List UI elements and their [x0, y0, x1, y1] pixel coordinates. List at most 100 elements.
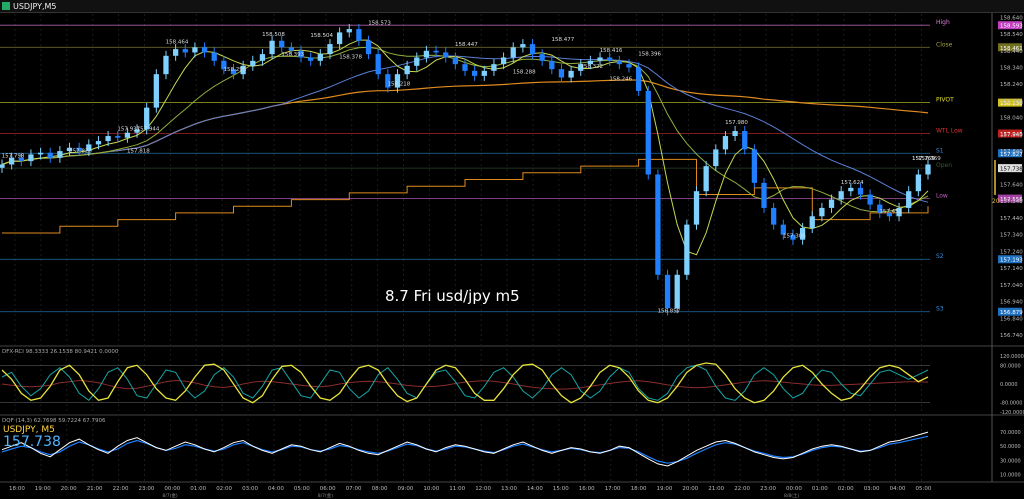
- candle-body: [616, 60, 622, 65]
- candle-body: [259, 54, 266, 61]
- price-axis-label: 156.940: [1000, 300, 1023, 306]
- chart-window: USDJPY,M5 High 158.593 Close 158.461 PIVOT 15…: [0, 0, 1024, 499]
- time-tick-label: 04:00: [268, 486, 284, 492]
- candle-body: [607, 57, 613, 61]
- candle-body: [529, 44, 536, 55]
- candle-body: [597, 57, 603, 61]
- candle-body: [472, 70, 478, 76]
- candle-body: [163, 55, 169, 75]
- price-annotation: 158.396: [638, 51, 661, 57]
- current-price-value: 157.738: [1000, 167, 1023, 173]
- price-axis-label: 157.540: [1000, 199, 1023, 205]
- candle-body: [645, 90, 651, 175]
- candle-body: [414, 57, 420, 66]
- price-annotation: 158.573: [368, 20, 391, 26]
- candle-body: [906, 191, 912, 208]
- price-annotation: 158.447: [455, 42, 478, 48]
- candle-body: [327, 44, 333, 55]
- price-annotation: 157.980: [725, 120, 748, 126]
- price-annotation: 157.944: [137, 126, 160, 132]
- candle-body: [500, 57, 507, 65]
- time-tick-label: 19:00: [657, 486, 673, 492]
- price-axis-label: 157.040: [1000, 283, 1023, 289]
- candle-body: [336, 32, 343, 45]
- time-tick-label: 00:00: [786, 486, 802, 492]
- price-axis-label: 157.340: [1000, 233, 1023, 239]
- candle-body: [635, 67, 642, 91]
- price-axis-label: 157.240: [1000, 249, 1023, 255]
- candle-body: [742, 131, 748, 150]
- candle-body: [915, 174, 921, 192]
- candle-body: [172, 49, 179, 56]
- candle-body: [491, 64, 497, 71]
- price-annotation: 158.508: [262, 32, 285, 38]
- time-tick-label: 21:00: [87, 486, 103, 492]
- candle-body: [693, 191, 700, 225]
- candle-body: [828, 199, 835, 208]
- time-tick-label: 10:00: [423, 486, 439, 492]
- candle-body: [57, 151, 63, 158]
- level-label: PIVOT: [936, 97, 954, 104]
- time-tick-label: 23:00: [139, 486, 155, 492]
- candle-body: [761, 182, 767, 208]
- time-tick-label: 19:00: [35, 486, 51, 492]
- candle-body: [153, 74, 159, 108]
- rci-axis-label: 120.0000: [1000, 354, 1024, 360]
- level-label: S2: [936, 253, 944, 260]
- dmi-axis-label: 70.0000: [1000, 430, 1021, 436]
- price-axis-label: 158.540: [1000, 32, 1023, 38]
- candle-body: [857, 187, 864, 195]
- level-label: S3: [936, 306, 944, 313]
- candle-body: [539, 54, 545, 61]
- candle-body: [732, 131, 738, 137]
- rci-axis-label: -80.0000: [1000, 401, 1022, 407]
- time-tick-label: 02:00: [216, 486, 232, 492]
- time-tick-label: 11:00: [449, 486, 465, 492]
- candle-body: [269, 40, 275, 55]
- time-tick-label: 04:00: [890, 486, 906, 492]
- price-chart[interactable]: High158.593Close158.461PIVOT158.130WTL L…: [0, 0, 1024, 499]
- rci-header: DFX-RCI 98.3333 26.1538 80.9421 0.0000: [2, 349, 119, 355]
- time-tick-label: 17:00: [605, 486, 621, 492]
- candle-body: [0, 164, 5, 168]
- time-tick-label: 08:00: [372, 486, 388, 492]
- candle-body: [925, 164, 931, 175]
- candle-body: [558, 69, 565, 78]
- candle-body: [674, 274, 680, 309]
- rci-axis-label: 0.0000: [1000, 382, 1018, 388]
- price-annotation: 157.624: [841, 180, 864, 186]
- time-tick-label: 15:00: [553, 486, 569, 492]
- candle-body: [713, 149, 719, 167]
- time-tick-label: 23:00: [760, 486, 776, 492]
- price-annotation: 156.857: [658, 308, 681, 314]
- time-tick-label: 16:00: [579, 486, 595, 492]
- price-axis-label: 157.140: [1000, 266, 1023, 272]
- time-tick-label: 06:00: [320, 486, 336, 492]
- price-annotation: 158.322: [580, 64, 603, 70]
- level-label: Low: [936, 193, 948, 200]
- date-mark-label: 8/7(金): [318, 492, 333, 499]
- price-axis-label: 158.040: [1000, 116, 1023, 122]
- candle-body: [423, 50, 430, 58]
- time-tick-label: 18:00: [631, 486, 647, 492]
- price-axis-label: 157.840: [1000, 149, 1023, 155]
- dmi-axis-label: 10.0000: [1000, 472, 1021, 478]
- candle-body: [365, 40, 372, 55]
- candle-body: [317, 54, 323, 61]
- candle-body: [443, 52, 449, 58]
- candle-body: [211, 52, 217, 61]
- time-tick-label: 01:00: [190, 486, 206, 492]
- dmi-header: DQF (14,3) 62.7698 59.7224 67.7906: [2, 418, 106, 424]
- price-annotation: 158.504: [310, 33, 333, 39]
- candle-body: [867, 194, 873, 205]
- candle-body: [462, 64, 468, 71]
- price-annotation: 157.306: [783, 233, 806, 239]
- time-tick-label: 13:00: [501, 486, 517, 492]
- candle-body: [279, 40, 285, 48]
- candle-body: [751, 149, 758, 183]
- candle-body: [346, 29, 352, 33]
- price-axis-label: 157.440: [1000, 216, 1023, 222]
- time-tick-label: 02:00: [838, 486, 854, 492]
- candle-body: [47, 152, 53, 158]
- time-tick-label: 03:00: [864, 486, 880, 492]
